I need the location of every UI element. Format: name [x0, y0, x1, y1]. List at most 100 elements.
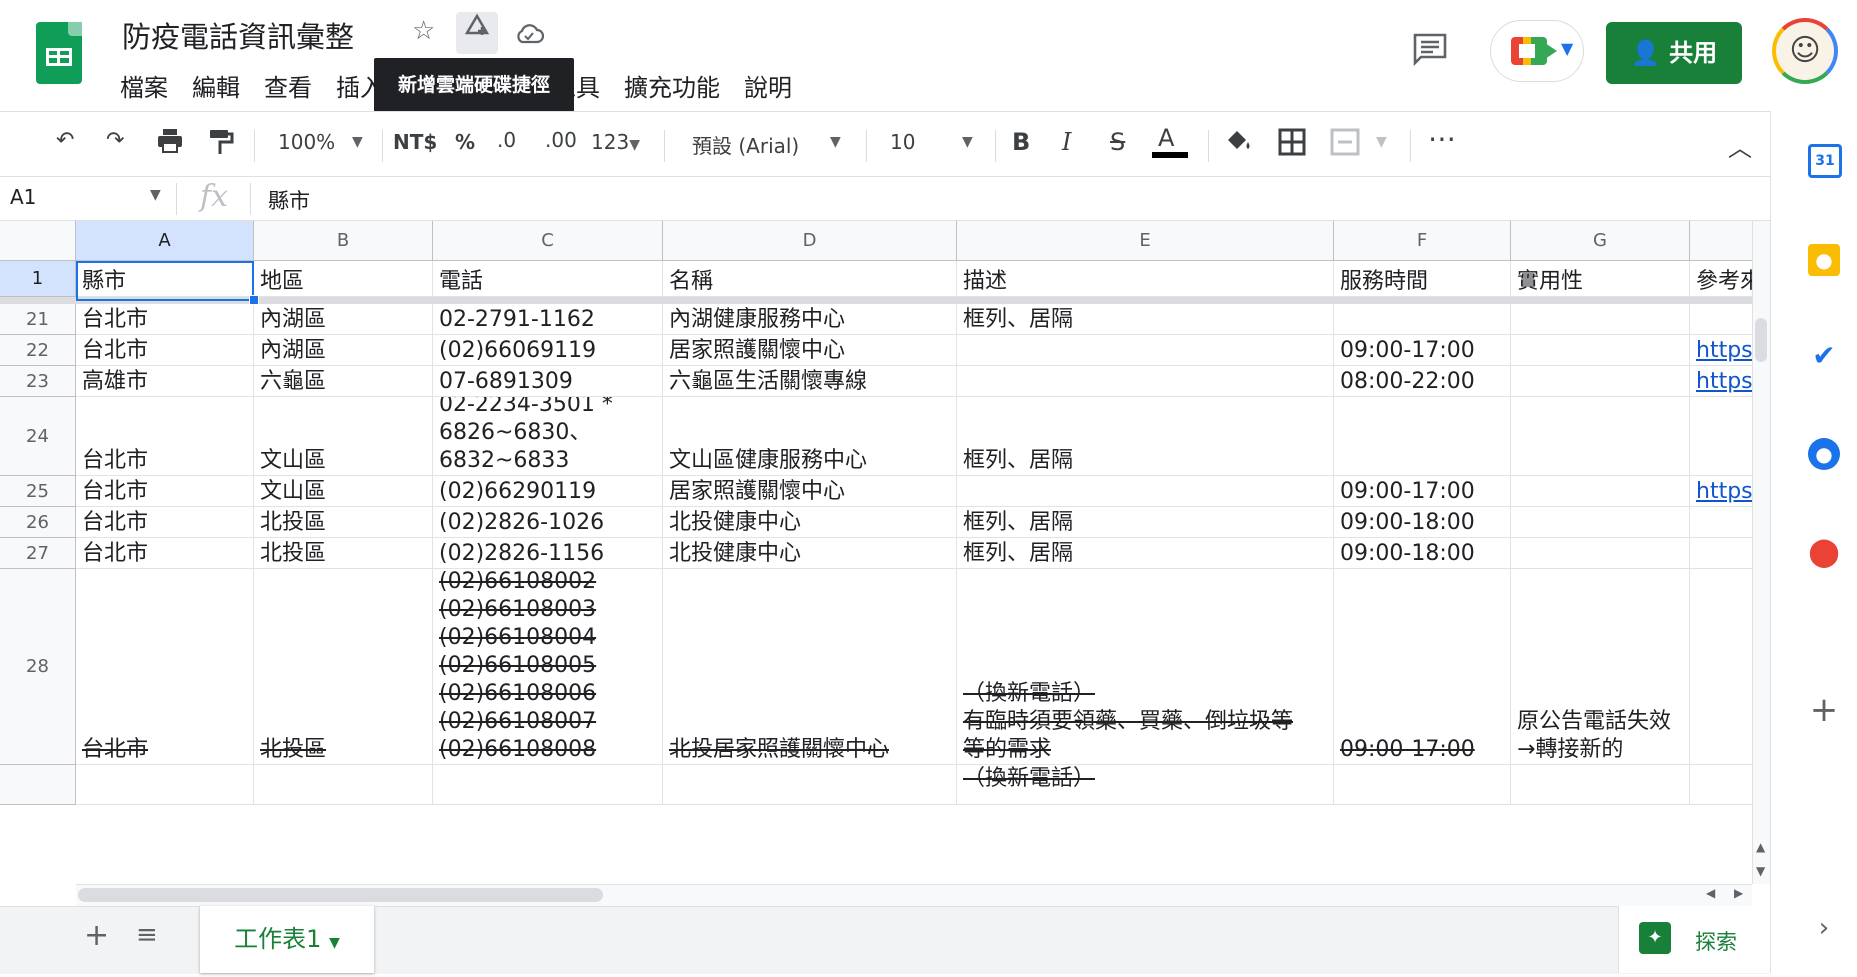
sheets-logo[interactable] [36, 22, 82, 84]
table-cell[interactable]: 六龜區生活關懷專線 [663, 366, 957, 397]
table-cell[interactable]: 02-2234-3501 * 6826~6830、 6832~6833 [433, 397, 663, 476]
table-cell[interactable]: 09:00-17:00 [1334, 335, 1511, 366]
merge-cells-icon[interactable] [1330, 128, 1360, 162]
row-header[interactable]: 26 [0, 507, 76, 538]
row-header[interactable] [0, 765, 76, 805]
comments-icon[interactable] [1412, 32, 1448, 74]
table-cell[interactable]: 高雄市 [76, 366, 254, 397]
table-cell[interactable] [1690, 507, 1752, 538]
table-cell[interactable]: 原公告電話失效 →轉接新的 [1511, 569, 1690, 765]
all-sheets-icon[interactable]: ≡ [136, 920, 158, 950]
table-cell[interactable]: 09:00-17:00 [1334, 476, 1511, 507]
table-cell[interactable]: 台北市 [76, 335, 254, 366]
header-cell[interactable]: 參考來 [1690, 261, 1752, 297]
print-icon[interactable] [156, 128, 184, 160]
row-header[interactable]: 1 [0, 261, 76, 297]
contacts-icon[interactable]: ● [1808, 438, 1840, 470]
header-cell[interactable]: 描述 [957, 261, 1334, 297]
row-header[interactable]: 28 [0, 569, 76, 765]
collapse-toolbar-icon[interactable]: ︿ [1728, 128, 1752, 163]
table-cell[interactable]: 北投區 [254, 507, 433, 538]
table-cell[interactable] [1334, 397, 1511, 476]
table-cell[interactable] [957, 476, 1334, 507]
font-select[interactable]: 預設 (Arial) [692, 130, 799, 159]
caret-down-icon[interactable]: ▼ [830, 134, 841, 150]
table-cell[interactable]: (02)2826-1026 [433, 507, 663, 538]
table-cell[interactable] [1690, 569, 1752, 765]
table-cell[interactable]: https:/ [1690, 366, 1752, 397]
table-cell[interactable]: 內湖區 [254, 304, 433, 335]
table-cell[interactable] [1334, 304, 1511, 335]
table-cell[interactable]: 內湖健康服務中心 [663, 304, 957, 335]
menu-file[interactable]: 檔案 [120, 68, 168, 103]
table-cell[interactable]: 文山區健康服務中心 [663, 397, 957, 476]
caret-down-icon[interactable]: ▼ [962, 134, 973, 150]
table-cell[interactable]: (02)66290119 [433, 476, 663, 507]
header-cell[interactable]: 名稱 [663, 261, 957, 297]
table-cell[interactable] [1334, 765, 1511, 805]
table-cell[interactable] [254, 765, 433, 805]
table-cell[interactable]: (02)2826-1156 [433, 538, 663, 569]
table-cell[interactable]: https:/ [1690, 335, 1752, 366]
column-header-a[interactable]: A [76, 221, 254, 261]
table-cell[interactable]: 08:00-22:00 [1334, 366, 1511, 397]
table-cell[interactable]: 台北市 [76, 476, 254, 507]
table-cell[interactable]: 09:00-18:00 [1334, 507, 1511, 538]
chevron-right-icon[interactable]: › [1808, 912, 1840, 944]
table-cell[interactable]: (02)66069119 [433, 335, 663, 366]
scroll-up-icon[interactable]: ▲ [1756, 840, 1765, 854]
fill-handle[interactable] [249, 295, 259, 305]
menu-extensions[interactable]: 擴充功能 [624, 68, 720, 103]
increase-decimal-button[interactable]: .00 [545, 128, 577, 152]
table-cell[interactable] [1511, 304, 1690, 335]
caret-down-icon[interactable]: ▼ [150, 187, 161, 203]
column-header-f[interactable]: F [1334, 221, 1511, 261]
sheet-tab[interactable]: 工作表1 ▼ [200, 906, 374, 973]
column-header-e[interactable]: E [957, 221, 1334, 261]
meet-button[interactable]: ▼ [1490, 20, 1584, 82]
tasks-icon[interactable]: ✔ [1808, 340, 1840, 372]
scroll-down-icon[interactable]: ▼ [1756, 864, 1765, 878]
table-cell[interactable]: (02)66108001 (02)66108002 (02)66108003 (… [433, 569, 663, 765]
calendar-icon[interactable]: 31 [1808, 144, 1842, 178]
redo-icon[interactable]: ↷ [106, 128, 124, 153]
row-header[interactable]: 23 [0, 366, 76, 397]
table-cell[interactable]: https:/ [1690, 476, 1752, 507]
table-cell[interactable]: 02-2791-1162 [433, 304, 663, 335]
scroll-left-icon[interactable]: ◀ [1706, 886, 1715, 900]
column-header-b[interactable]: B [254, 221, 433, 261]
row-header[interactable]: 22 [0, 335, 76, 366]
table-cell[interactable] [433, 765, 663, 805]
borders-icon[interactable] [1278, 128, 1306, 162]
fill-color-icon[interactable] [1224, 128, 1254, 162]
table-cell[interactable] [1511, 507, 1690, 538]
formula-input[interactable]: 縣市 [268, 185, 310, 215]
decrease-decimal-button[interactable]: .0 [497, 128, 516, 152]
spreadsheet-grid[interactable]: ABCDEFG1縣市地區電話名稱描述服務時間實用性參考來21台北市內湖區02-2… [0, 221, 1752, 884]
name-box[interactable]: A1 [10, 185, 36, 209]
table-cell[interactable]: 文山區 [254, 476, 433, 507]
zoom-select[interactable]: 100% [278, 130, 335, 154]
table-cell[interactable]: （換新電話） [957, 765, 1334, 805]
text-color-button[interactable]: A [1152, 124, 1188, 158]
currency-format-button[interactable]: NT$ [393, 130, 437, 154]
menu-view[interactable]: 查看 [264, 68, 312, 103]
add-drive-shortcut-icon[interactable] [456, 12, 498, 54]
vertical-scroll-thumb[interactable] [1755, 318, 1767, 362]
header-cell[interactable]: 電話 [433, 261, 663, 297]
keep-icon[interactable]: ● [1808, 244, 1840, 276]
table-cell[interactable]: （換新電話） 有臨時須要領藥、買藥、倒垃圾等 等的需求 [957, 569, 1334, 765]
table-cell[interactable] [663, 765, 957, 805]
table-cell[interactable]: 09:00-18:00 [1334, 538, 1511, 569]
header-cell[interactable]: 地區 [254, 261, 433, 297]
table-cell[interactable] [1511, 538, 1690, 569]
explore-button[interactable]: ✦ 探索 [1618, 906, 1771, 973]
percent-format-button[interactable]: % [455, 130, 475, 154]
menu-edit[interactable]: 編輯 [192, 68, 240, 103]
add-sheet-icon[interactable]: + [84, 918, 109, 953]
row-header[interactable]: 21 [0, 304, 76, 335]
font-size-select[interactable]: 10 [890, 130, 915, 154]
cloud-status-icon[interactable] [514, 22, 545, 50]
table-cell[interactable] [1690, 304, 1752, 335]
document-title[interactable]: 防疫電話資訊彙整 [122, 14, 354, 56]
